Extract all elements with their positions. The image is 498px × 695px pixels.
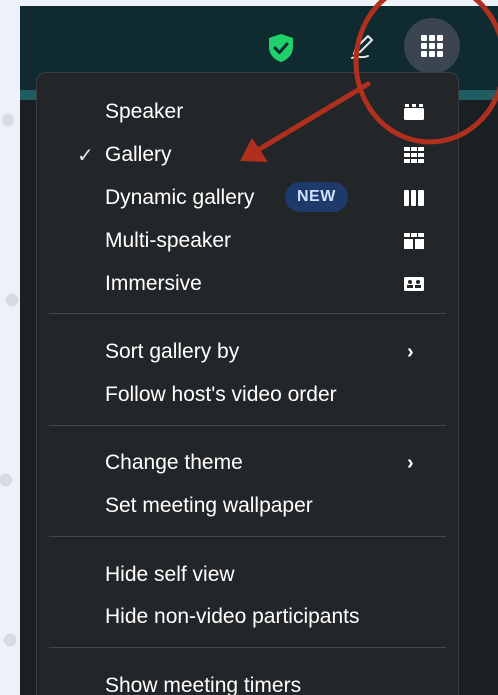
menu-divider [49,313,446,314]
menu-item-label: Follow host's video order [105,383,337,406]
view-grid-icon [421,35,443,57]
immersive-icon [403,274,425,294]
menu-item-sort-gallery-by[interactable]: Sort gallery by › [37,333,458,371]
menu-item-show-meeting-timers[interactable]: Show meeting timers [37,667,458,695]
menu-item-speaker[interactable]: Speaker [37,93,458,131]
checkmark-icon: ✓ [77,144,94,167]
menu-item-multi-speaker[interactable]: Multi-speaker [37,222,458,260]
chevron-right-icon: › [407,340,414,363]
desktop-background [0,0,20,695]
menu-item-label: Show meeting timers [105,674,302,695]
annotate-icon[interactable] [348,30,378,62]
view-grid-button[interactable] [404,18,460,74]
menu-item-label: Sort gallery by [105,340,240,363]
menu-divider [49,425,446,426]
menu-item-label: Speaker [105,100,184,123]
menu-item-label: Gallery [105,143,172,166]
dynamic-gallery-icon [403,188,425,208]
menu-item-label: Multi-speaker [105,229,232,252]
menu-item-hide-non-video-participants[interactable]: Hide non-video participants [37,598,458,636]
new-badge: NEW [285,182,348,212]
menu-item-label: Change theme [105,451,243,474]
menu-item-change-theme[interactable]: Change theme › [37,444,458,482]
shield-check-icon[interactable] [266,32,296,64]
menu-item-immersive[interactable]: Immersive [37,265,458,303]
menu-divider [49,536,446,537]
view-menu: Speaker ✓ Gallery Dynamic gallery NEW Mu… [36,72,459,695]
multi-speaker-icon [403,231,425,251]
menu-item-label: Hide non-video participants [105,605,360,628]
chevron-right-icon: › [407,451,414,474]
speaker-view-icon [403,102,425,122]
menu-item-label: Immersive [105,272,202,295]
menu-item-set-meeting-wallpaper[interactable]: Set meeting wallpaper [37,487,458,525]
menu-item-follow-host-video-order[interactable]: Follow host's video order [37,376,458,414]
menu-item-hide-self-view[interactable]: Hide self view [37,556,458,594]
menu-item-dynamic-gallery[interactable]: Dynamic gallery NEW [37,179,458,217]
menu-item-label: Dynamic gallery [105,186,255,209]
menu-divider [49,647,446,648]
menu-item-gallery[interactable]: ✓ Gallery [37,136,458,174]
gallery-view-icon [403,145,425,165]
menu-item-label: Set meeting wallpaper [105,494,313,517]
menu-item-label: Hide self view [105,563,235,586]
